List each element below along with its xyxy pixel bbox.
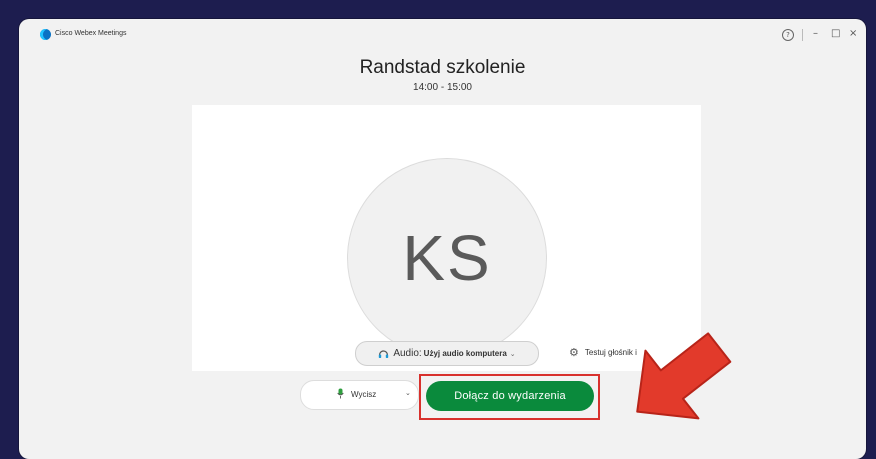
title-bar: Cisco Webex Meetings ? – □ ×	[19, 19, 866, 49]
avatar: KS	[347, 158, 547, 358]
webex-logo-icon	[40, 29, 51, 40]
maximize-button[interactable]: □	[831, 27, 840, 41]
audio-label: Audio:	[393, 348, 422, 359]
help-icon[interactable]: ?	[782, 29, 794, 41]
chevron-down-icon: ⌄	[509, 350, 516, 358]
close-button[interactable]: ×	[849, 27, 857, 41]
meeting-title: Randstad szkolenie	[359, 57, 526, 78]
audio-selector[interactable]: Audio: Użyj audio komputera ⌄	[355, 341, 539, 366]
app-title: Cisco Webex Meetings	[55, 30, 127, 37]
gear-icon: ⚙	[569, 347, 579, 359]
avatar-initials: KS	[402, 222, 492, 294]
microphone-icon	[337, 388, 344, 399]
audio-value: Użyj audio komputera	[423, 349, 507, 358]
mute-label: Wycisz	[351, 390, 377, 399]
title-separator	[802, 29, 803, 41]
minimize-button[interactable]: –	[813, 27, 818, 41]
headset-icon	[378, 349, 389, 359]
join-event-button[interactable]: Dołącz do wydarzenia	[426, 381, 594, 411]
meeting-time: 14:00 - 15:00	[413, 82, 472, 93]
red-arrow-icon	[636, 332, 732, 420]
mute-button[interactable]: Wycisz ⌄	[300, 380, 419, 410]
chevron-down-icon[interactable]: ⌄	[405, 389, 411, 397]
screenshot-stage: Cisco Webex Meetings ? – □ × Randstad sz…	[0, 0, 876, 459]
